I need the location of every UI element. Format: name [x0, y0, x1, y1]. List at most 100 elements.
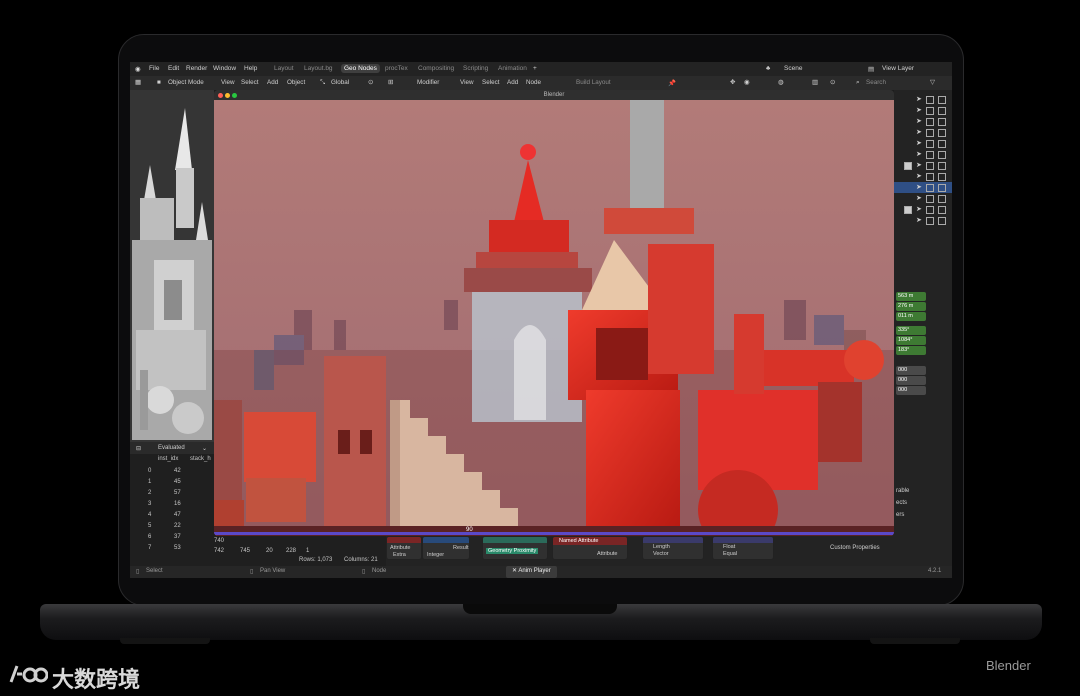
menu-node[interactable]: Node	[526, 79, 541, 86]
menu-view[interactable]: View	[221, 79, 235, 86]
camera-icon[interactable]	[938, 173, 946, 181]
outliner-row[interactable]: ➤	[894, 127, 952, 138]
menu-help[interactable]: Help	[244, 65, 257, 72]
menu-select[interactable]: Select	[241, 79, 259, 86]
tab-workspace[interactable]: Scripting	[463, 65, 488, 72]
view-layer-selector[interactable]: View Layer	[882, 65, 914, 72]
node-editor[interactable]: Attribute Extra Result Integer Geometry …	[386, 534, 894, 566]
menu-file[interactable]: File	[149, 65, 159, 72]
object-mode-dropdown[interactable]: Object Mode	[168, 79, 204, 86]
column-header-stack-h[interactable]: stack_h	[190, 456, 211, 462]
modifier-dropdown[interactable]: Modifier	[417, 79, 439, 86]
display-icon[interactable]	[926, 173, 934, 181]
display-icon[interactable]	[926, 107, 934, 115]
display-icon[interactable]	[926, 206, 934, 214]
transform-orientation-dropdown[interactable]: Global	[331, 79, 349, 86]
build-layout-button[interactable]: Build Layout	[576, 79, 611, 86]
overlay-icon[interactable]: ◉	[744, 79, 750, 86]
anim-player-button[interactable]: ✕ Anim Player	[506, 566, 557, 578]
outliner-row[interactable]: ➤	[894, 215, 952, 226]
checkbox[interactable]	[904, 206, 912, 214]
gizmo-icon[interactable]: ✥	[730, 79, 735, 86]
camera-icon[interactable]	[938, 96, 946, 104]
menu-select[interactable]: Select	[482, 79, 500, 86]
menu-edit[interactable]: Edit	[168, 65, 179, 72]
tab-workspace[interactable]: Compositing	[418, 65, 454, 72]
filter-icon[interactable]: ⊙	[830, 79, 835, 86]
node-vector-length[interactable]: Length Vector	[642, 536, 704, 560]
outliner-row[interactable]: ➤	[894, 116, 952, 127]
camera-icon[interactable]	[938, 129, 946, 137]
display-icon[interactable]	[926, 118, 934, 126]
evaluated-dropdown[interactable]: Evaluated	[158, 445, 185, 451]
tab-workspace[interactable]: procTex	[385, 65, 408, 72]
custom-properties-label[interactable]: Custom Properties	[830, 545, 880, 551]
minimize-icon[interactable]	[225, 93, 230, 98]
outliner-row[interactable]: ➤	[894, 193, 952, 204]
blender-logo-icon[interactable]: ◉	[135, 65, 141, 73]
tab-workspace[interactable]: Animation	[498, 65, 527, 72]
display-mode-icon[interactable]: ▥	[812, 79, 818, 86]
scale-y-field[interactable]: 000	[896, 376, 926, 385]
shading-icon[interactable]: ◍	[778, 79, 784, 86]
outliner-row-selected[interactable]: ➤	[894, 182, 952, 193]
editor-type-icon[interactable]: ▦	[135, 79, 141, 86]
scene-selector[interactable]: Scene	[784, 65, 802, 72]
pin-icon[interactable]: 📌	[668, 79, 676, 87]
outliner-row[interactable]: ➤	[894, 105, 952, 116]
display-icon[interactable]	[926, 162, 934, 170]
display-icon[interactable]	[926, 217, 934, 225]
tab-workspace-active[interactable]: Geo Nodes	[341, 64, 380, 73]
viewport-panel[interactable]	[130, 90, 214, 442]
node-named-attribute[interactable]: Named Attribute Attribute	[552, 536, 628, 560]
node-integer[interactable]: Result Integer	[422, 536, 470, 560]
menu-window[interactable]: Window	[213, 65, 236, 72]
scale-x-field[interactable]: 000	[896, 366, 926, 375]
camera-icon[interactable]	[938, 118, 946, 126]
menu-view[interactable]: View	[460, 79, 474, 86]
outliner-row[interactable]: ➤	[894, 204, 952, 215]
render-window[interactable]: Blender 90	[214, 90, 894, 536]
camera-icon[interactable]	[938, 195, 946, 203]
tab-workspace[interactable]: Layout.bg	[304, 65, 333, 72]
camera-icon[interactable]	[938, 206, 946, 214]
menu-add[interactable]: Add	[507, 79, 518, 86]
display-icon[interactable]	[926, 184, 934, 192]
outliner-search[interactable]: Search	[866, 79, 886, 86]
filter-funnel-icon[interactable]: ▽	[930, 79, 935, 86]
camera-icon[interactable]	[938, 107, 946, 115]
location-y-field[interactable]: 276 m	[896, 302, 926, 311]
node-geometry-proximity[interactable]: Geometry Proximity	[482, 536, 548, 560]
chevron-down-icon[interactable]: ⌄	[202, 445, 207, 452]
outliner-row[interactable]: ➤	[894, 171, 952, 182]
pivot-icon[interactable]: ⊙	[368, 79, 373, 86]
display-icon[interactable]	[926, 96, 934, 104]
menu-object[interactable]: Object	[287, 79, 305, 86]
node-attribute[interactable]: Attribute Extra	[386, 536, 422, 560]
spreadsheet-object-icon[interactable]: ⊟	[136, 445, 141, 452]
node-compare[interactable]: Float Equal	[712, 536, 774, 560]
rotation-z-field[interactable]: 183°	[896, 346, 926, 355]
tab-workspace[interactable]: Layout	[274, 65, 294, 72]
outliner-row[interactable]: ➤	[894, 138, 952, 149]
location-x-field[interactable]: 563 m	[896, 292, 926, 301]
rotation-y-field[interactable]: 1084°	[896, 336, 926, 345]
outliner-row[interactable]: ➤	[894, 160, 952, 171]
outliner-row[interactable]: ➤	[894, 149, 952, 160]
camera-icon[interactable]	[938, 162, 946, 170]
property-label[interactable]: rable	[896, 488, 909, 494]
camera-icon[interactable]	[938, 217, 946, 225]
camera-icon[interactable]	[938, 184, 946, 192]
camera-icon[interactable]	[938, 151, 946, 159]
display-icon[interactable]	[926, 195, 934, 203]
zoom-icon[interactable]	[232, 93, 237, 98]
column-header-inst-idx[interactable]: inst_idx	[158, 456, 178, 462]
scale-z-field[interactable]: 000	[896, 386, 926, 395]
rotation-x-field[interactable]: 335°	[896, 326, 926, 335]
close-icon[interactable]	[218, 93, 223, 98]
outliner-row[interactable]: ➤	[894, 94, 952, 105]
checkbox[interactable]	[904, 162, 912, 170]
display-icon[interactable]	[926, 140, 934, 148]
camera-icon[interactable]	[938, 140, 946, 148]
menu-render[interactable]: Render	[186, 65, 207, 72]
